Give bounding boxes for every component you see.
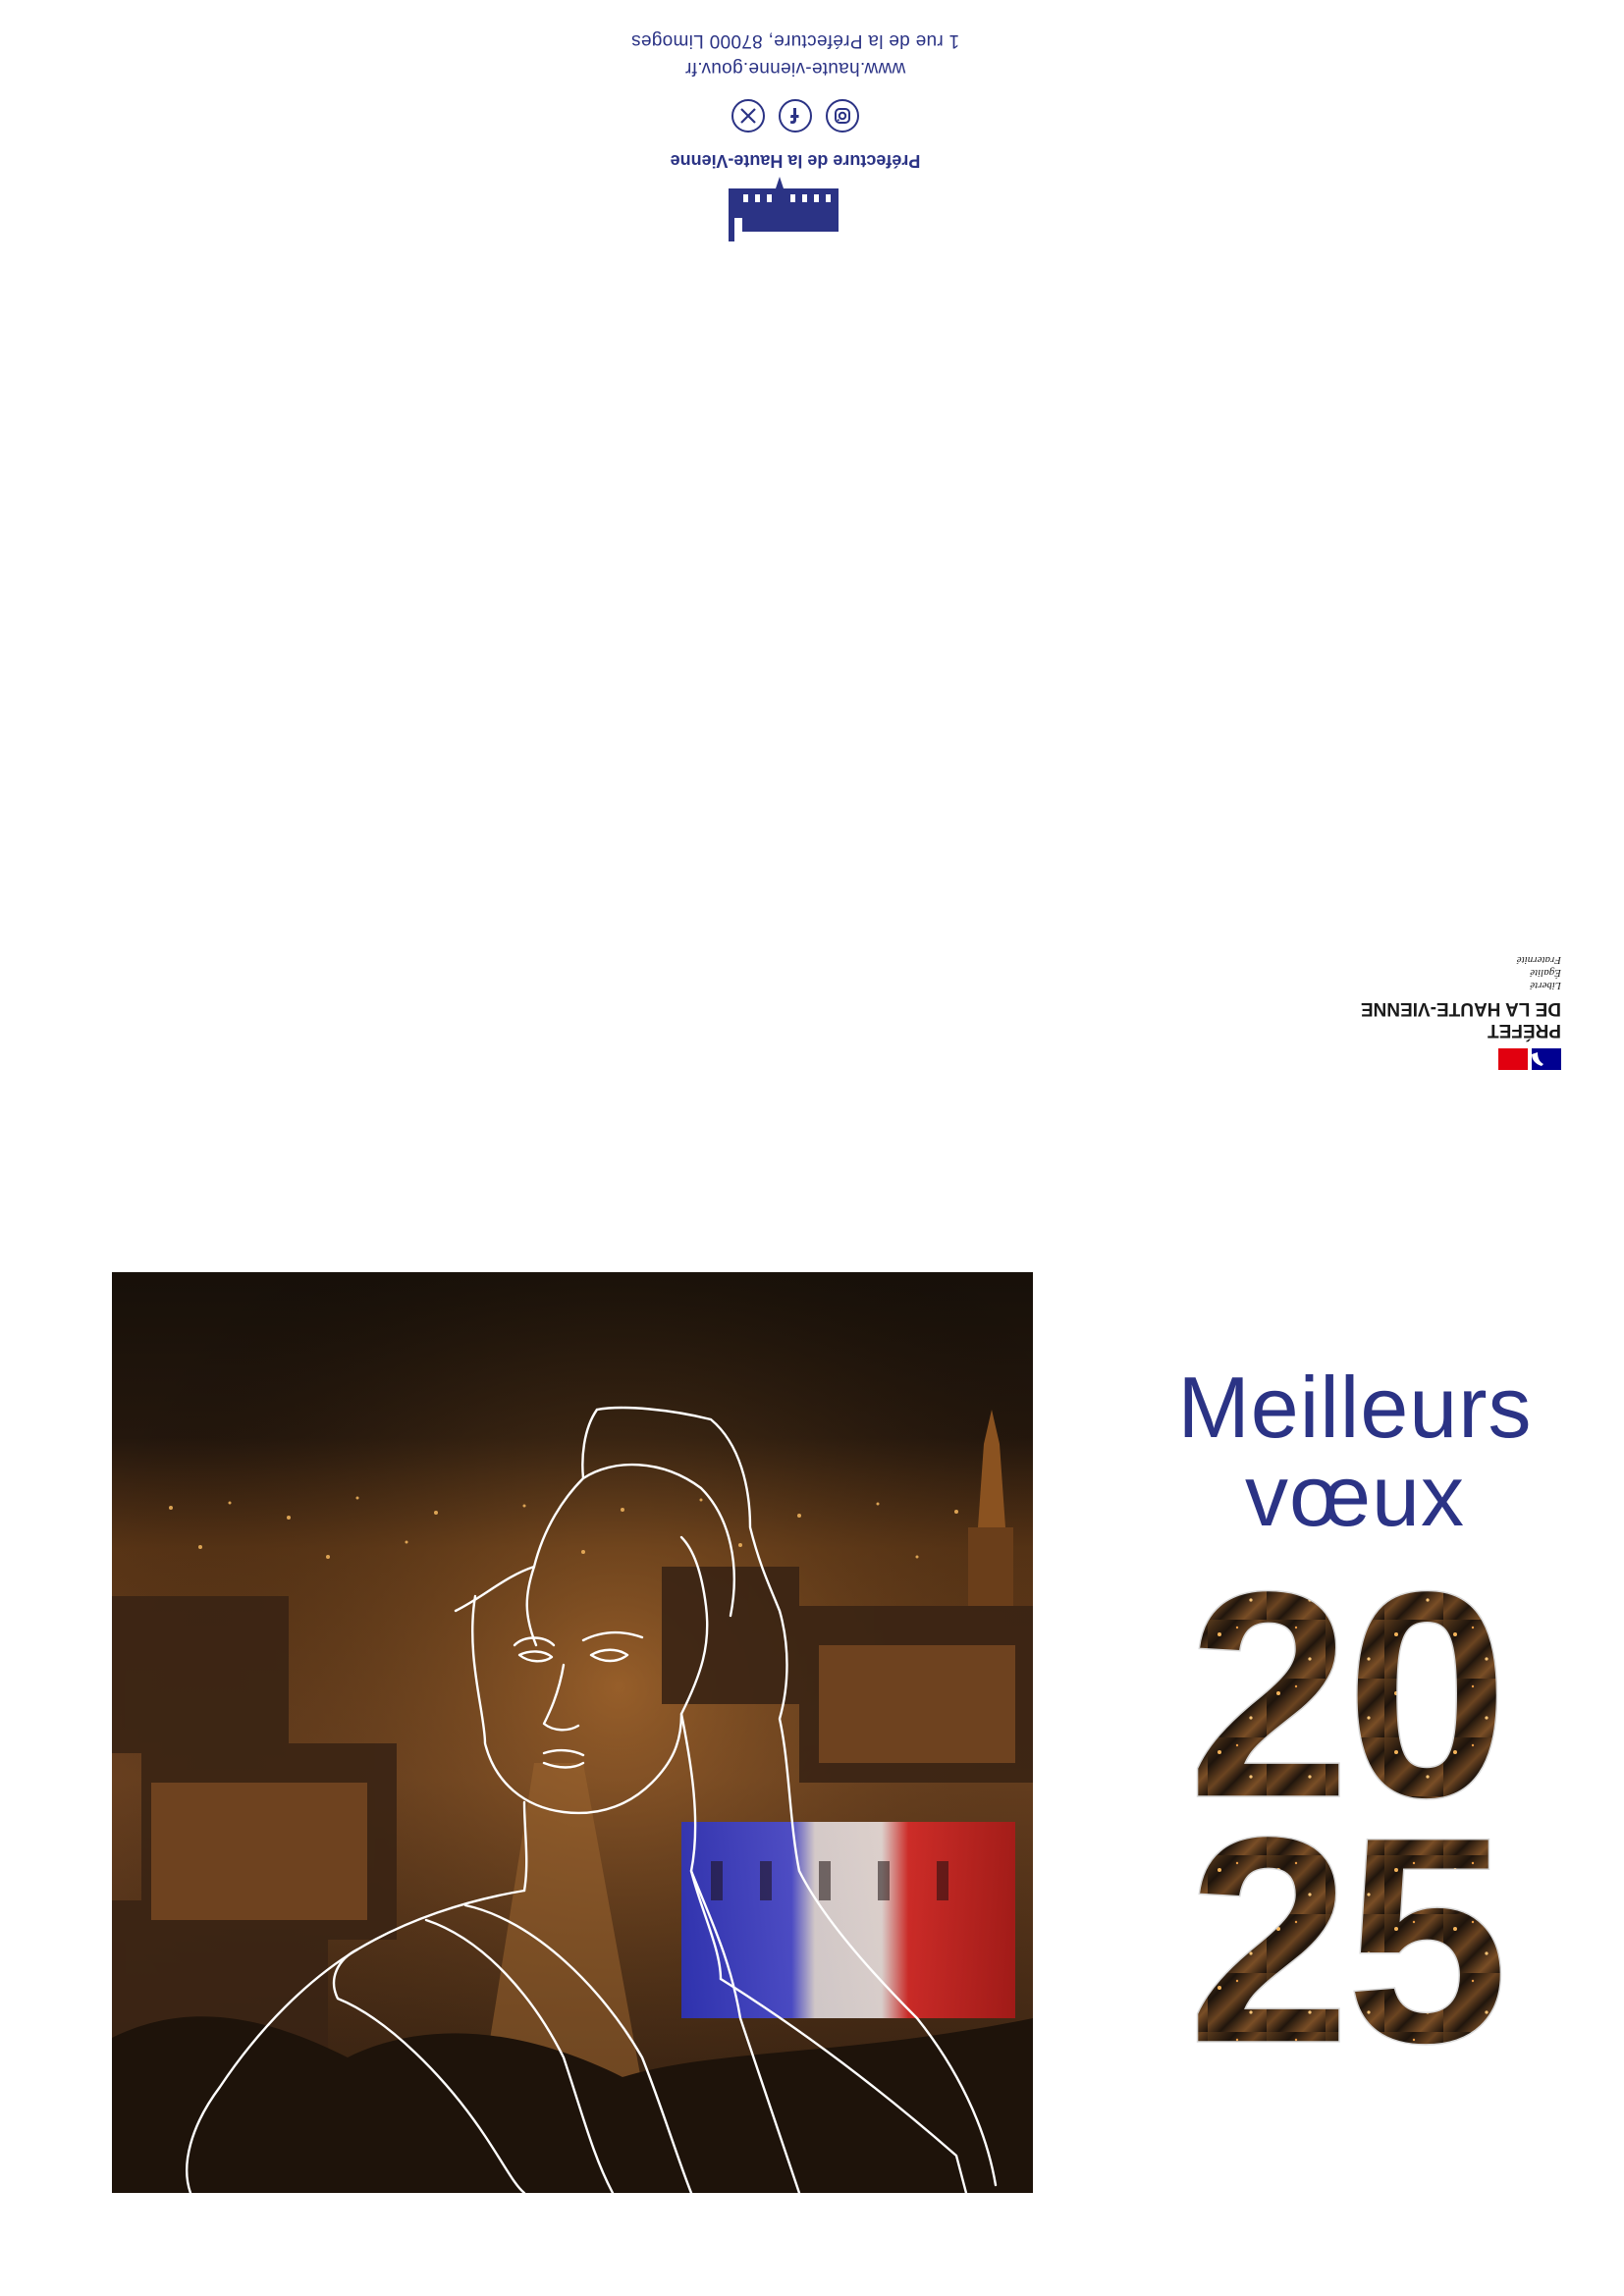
website-link[interactable]: www.haute-vienne.gouv.fr bbox=[550, 57, 1041, 79]
greeting-line-1: Meilleurs bbox=[1177, 1359, 1533, 1456]
prefecture-building-logo bbox=[729, 177, 839, 241]
social-links bbox=[550, 99, 1041, 133]
year-bottom-digits: 25 bbox=[1187, 1775, 1503, 2091]
facebook-icon[interactable] bbox=[779, 99, 812, 133]
marianne-logo-block: PRÉFET DE LA HAUTE-VIENNE Liberté Égalit… bbox=[1276, 923, 1561, 1070]
marianne-flag-icon bbox=[1498, 1048, 1561, 1070]
republic-motto: Liberté Égalité Fraternité bbox=[1516, 954, 1561, 991]
prefet-title: PRÉFET DE LA HAUTE-VIENNE bbox=[1360, 998, 1561, 1041]
contact-block: Préfecture de la Haute-Vienne www.haute-… bbox=[550, 10, 1041, 245]
city-night-photo bbox=[112, 1272, 1033, 2193]
year-2025: 20 25 bbox=[1186, 1561, 1509, 2091]
postal-address: 1 rue de la Préfecture, 87000 Limoges bbox=[630, 30, 960, 51]
prefecture-name: Préfecture de la Haute-Vienne bbox=[670, 151, 921, 171]
x-icon[interactable] bbox=[731, 99, 765, 133]
instagram-icon[interactable] bbox=[826, 99, 859, 133]
greeting-line-2: vœux bbox=[1245, 1447, 1465, 1544]
